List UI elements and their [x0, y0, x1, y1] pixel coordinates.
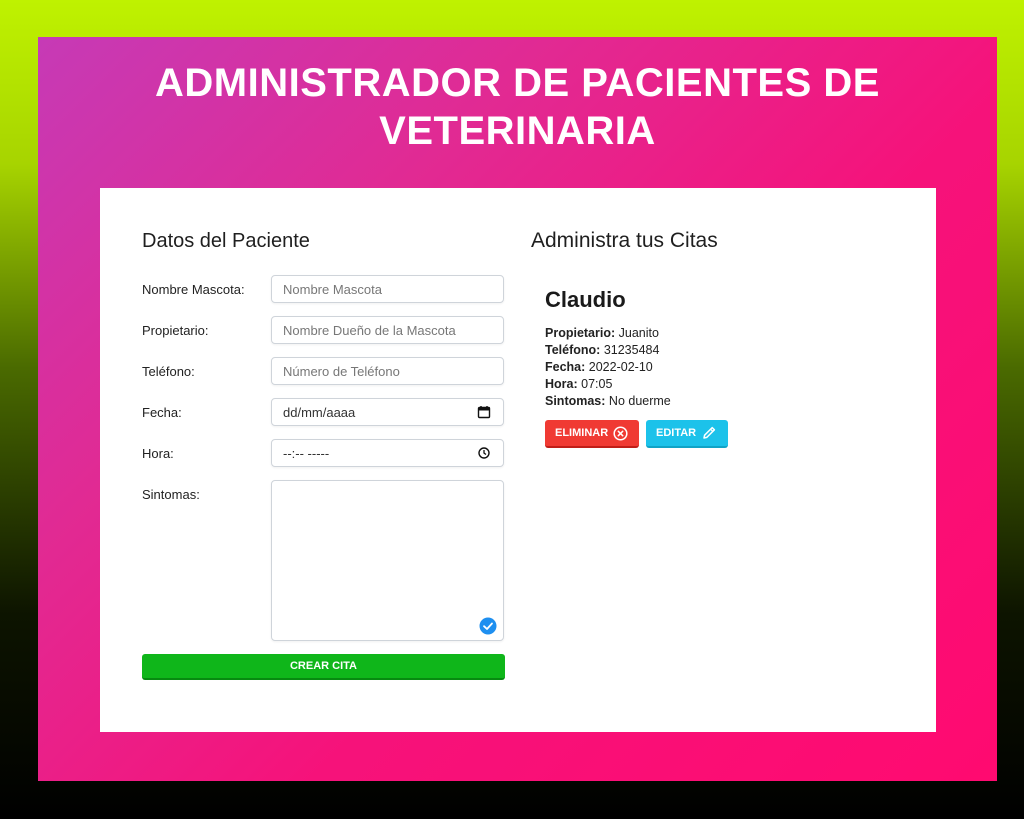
cita-row-propietario: Propietario: Juanito: [545, 325, 905, 342]
fecha-input[interactable]: dd/mm/aaaa: [271, 398, 504, 426]
nombre-mascota-placeholder: Nombre Mascota: [283, 281, 382, 297]
calendar-icon[interactable]: [477, 405, 491, 419]
cita-value: 07:05: [581, 377, 613, 391]
label-telefono: Teléfono:: [142, 364, 195, 379]
app-container: ADMINISTRADOR DE PACIENTES DE VETERINARI…: [38, 37, 997, 781]
cita-key: Propietario:: [545, 326, 616, 340]
propietario-input[interactable]: Nombre Dueño de la Mascota: [271, 316, 504, 344]
cita-card: Claudio Propietario: Juanito Teléfono: 3…: [545, 287, 905, 410]
cita-key: Hora:: [545, 377, 578, 391]
propietario-placeholder: Nombre Dueño de la Mascota: [283, 322, 456, 338]
cita-pet-name: Claudio: [545, 287, 626, 312]
pencil-icon: [703, 426, 716, 439]
main-panel: Datos del Paciente Nombre Mascota: Nombr…: [100, 188, 936, 732]
hora-placeholder: --:-- -----: [283, 445, 330, 461]
telefono-placeholder: Número de Teléfono: [283, 363, 400, 379]
citas-heading: Administra tus Citas: [531, 229, 718, 252]
eliminar-label: ELIMINAR: [555, 427, 609, 439]
editar-label: EDITAR: [656, 427, 697, 439]
x-circle-icon: [613, 425, 628, 441]
cita-value: No duerme: [608, 394, 671, 408]
crear-cita-button[interactable]: CREAR CITA: [142, 654, 505, 680]
cita-key: Sintomas:: [545, 394, 606, 408]
cita-key: Teléfono:: [545, 343, 601, 357]
hora-input[interactable]: --:-- -----: [271, 439, 504, 467]
eliminar-button[interactable]: ELIMINAR: [545, 420, 639, 448]
cita-row-sintomas: Sintomas: No duerme: [545, 393, 905, 410]
cita-row-fecha: Fecha: 2022-02-10: [545, 359, 905, 376]
cita-value: 2022-02-10: [588, 360, 653, 374]
label-sintomas: Sintomas:: [142, 487, 200, 502]
cita-row-telefono: Teléfono: 31235484: [545, 342, 905, 359]
cita-key: Fecha:: [545, 360, 586, 374]
page-title: ADMINISTRADOR DE PACIENTES DE VETERINARI…: [38, 59, 997, 155]
label-propietario: Propietario:: [142, 323, 209, 338]
sintomas-textarea[interactable]: [271, 480, 504, 641]
cita-value: Juanito: [618, 326, 659, 340]
cita-value: 31235484: [603, 343, 660, 357]
nombre-mascota-input[interactable]: Nombre Mascota: [271, 275, 504, 303]
page-title-text: ADMINISTRADOR DE PACIENTES DE VETERINARI…: [155, 61, 880, 153]
check-circle-icon: [479, 617, 497, 635]
fecha-placeholder: dd/mm/aaaa: [283, 404, 356, 420]
telefono-input[interactable]: Número de Teléfono: [271, 357, 504, 385]
editar-button[interactable]: EDITAR: [646, 420, 728, 448]
form-heading: Datos del Paciente: [142, 230, 310, 252]
label-fecha: Fecha:: [142, 405, 182, 420]
cita-row-hora: Hora: 07:05: [545, 376, 905, 393]
clock-icon[interactable]: [477, 446, 491, 460]
label-hora: Hora:: [142, 446, 174, 461]
label-nombre-mascota: Nombre Mascota:: [142, 282, 245, 297]
